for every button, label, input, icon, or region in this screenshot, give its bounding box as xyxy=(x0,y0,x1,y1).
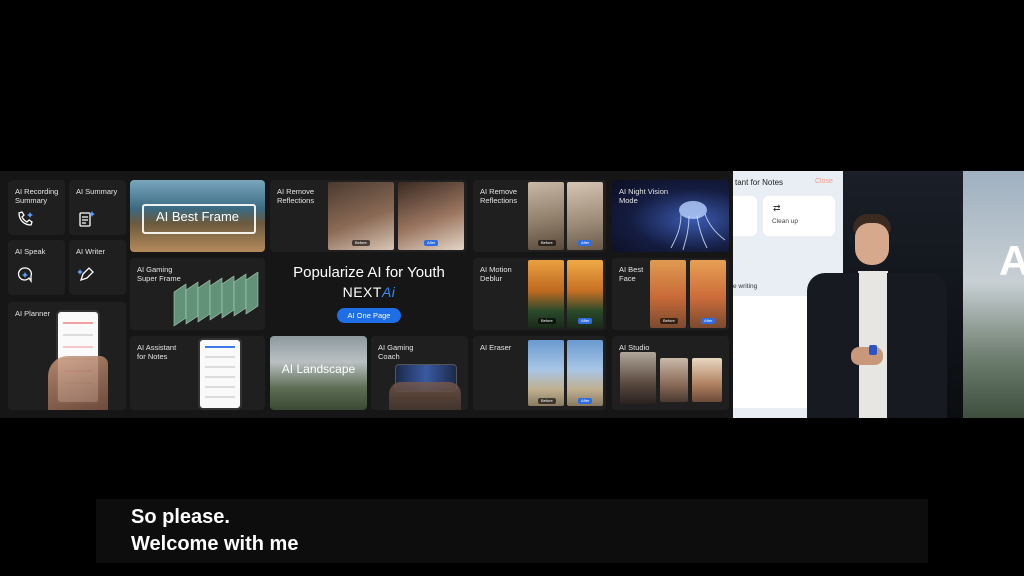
left-card xyxy=(733,196,757,236)
jellyfish-graphic xyxy=(670,201,726,250)
video-stage: AI Recording Summary AI Summary AI Speak… xyxy=(0,171,1024,418)
screen-big-letter: A xyxy=(999,237,1024,284)
notes-app-title: tant for Notes xyxy=(735,178,784,187)
tile-ai-landscape: AI Landscape xyxy=(270,336,367,410)
after-pill: After xyxy=(424,240,439,246)
cleanup-icon: ⇄ xyxy=(773,203,781,213)
speaker-jacket-right xyxy=(887,273,947,418)
tile-label: AI Summary xyxy=(76,187,118,196)
tile-ai-recording-summary: AI Recording Summary xyxy=(8,180,65,235)
speaker-hands xyxy=(851,347,883,365)
brand-suffix: Ai xyxy=(381,284,396,300)
tile-ai-gaming-coach: AI Gaming Coach xyxy=(371,336,468,410)
studio-portrait-3 xyxy=(692,358,722,402)
speaker-jacket-left xyxy=(807,273,859,418)
tile-label: AI Best Face xyxy=(619,265,644,283)
subtitle-box: So please. Welcome with me xyxy=(96,499,928,563)
studio-portrait-1 xyxy=(620,352,656,404)
tile-label: AI Studio xyxy=(619,343,650,352)
presentation-slide: AI Recording Summary AI Summary AI Speak… xyxy=(0,171,733,418)
tile-ai-best-frame: AI Best Frame xyxy=(130,180,265,252)
tile-ai-writer: AI Writer xyxy=(69,240,126,295)
hands-image xyxy=(389,382,461,410)
tile-label: AI Gaming Coach xyxy=(378,343,414,361)
photo-before xyxy=(528,340,564,406)
tile-ai-best-face: AI Best Face Before After xyxy=(612,258,729,330)
clicker-icon xyxy=(869,345,877,355)
tile-label: AI Speak xyxy=(15,247,46,256)
right-screen: A xyxy=(963,171,1024,418)
document-sparkle-icon xyxy=(79,211,95,227)
landscape-title: AI Landscape xyxy=(281,362,356,376)
subtitle-line-2: Welcome with me xyxy=(131,533,299,555)
tile-ai-motion-deblur: AI Motion Deblur Before After xyxy=(473,258,606,330)
tile-label: AI Remove Reflections xyxy=(480,187,518,205)
cleanup-label: Clean up xyxy=(772,218,799,225)
pen-sparkle-icon xyxy=(77,267,94,282)
tile-ai-night-vision: AI Night Vision Mode xyxy=(612,180,729,252)
tile-label: AI Eraser xyxy=(480,343,512,352)
tile-ai-gaming-super-frame: AI Gaming Super Frame xyxy=(130,258,265,330)
before-pill: Before xyxy=(660,318,678,324)
tile-ai-planner: AI Planner xyxy=(8,302,126,410)
stacked-frames-graphic xyxy=(173,272,259,327)
before-pill: Before xyxy=(538,240,556,246)
studio-portrait-2 xyxy=(660,358,688,402)
after-pill: After xyxy=(578,240,593,246)
subtitle-line-1: So please. xyxy=(131,506,230,528)
tile-label: AI Remove Reflections xyxy=(277,187,315,205)
speaker-head xyxy=(855,223,889,265)
hand-image xyxy=(48,356,108,410)
after-pill: After xyxy=(578,318,593,324)
brand-logo: NEXTAi xyxy=(270,284,468,300)
notes-phone-mockup xyxy=(198,338,242,410)
speaker-figure xyxy=(803,211,953,418)
tile-label: AI Night Vision Mode xyxy=(619,187,669,205)
tile-ai-eraser: AI Eraser Before After xyxy=(473,336,606,410)
tile-label: AI Recording Summary xyxy=(15,187,59,205)
tile-label: AI Assistant for Notes xyxy=(137,343,177,361)
phone-sparkle-icon xyxy=(18,211,33,226)
before-pill: Before xyxy=(538,318,556,324)
tile-ai-speak: AI Speak xyxy=(8,240,65,295)
close-link: Close xyxy=(815,178,833,185)
best-frame-title: AI Best Frame xyxy=(155,209,240,224)
tile-label: AI Motion Deblur xyxy=(480,265,512,283)
before-pill: Before xyxy=(352,240,370,246)
tile-ai-remove-reflections-a: AI Remove Reflections Before After xyxy=(270,180,467,252)
photo-after xyxy=(567,340,603,406)
brand-prefix: NEXT xyxy=(342,284,382,300)
tile-label: AI Planner xyxy=(15,309,51,318)
speak-bubble-icon xyxy=(17,267,32,284)
tile-ai-remove-reflections-b: AI Remove Reflections Before After xyxy=(473,180,606,252)
center-headline: Popularize AI for Youth xyxy=(293,264,445,281)
ai-one-page-button[interactable]: AI One Page xyxy=(337,308,401,323)
after-pill: After xyxy=(701,318,716,324)
tile-ai-assistant-notes: AI Assistant for Notes xyxy=(130,336,265,410)
tile-ai-summary: AI Summary xyxy=(69,180,126,235)
tile-ai-studio: AI Studio xyxy=(612,336,729,410)
writing-row: e writing xyxy=(733,283,758,290)
before-pill: Before xyxy=(538,398,556,404)
tile-label: AI Writer xyxy=(76,247,106,256)
after-pill: After xyxy=(578,398,593,404)
live-video: tant for Notes Close ⇄ Clean up e writin… xyxy=(733,171,1024,418)
